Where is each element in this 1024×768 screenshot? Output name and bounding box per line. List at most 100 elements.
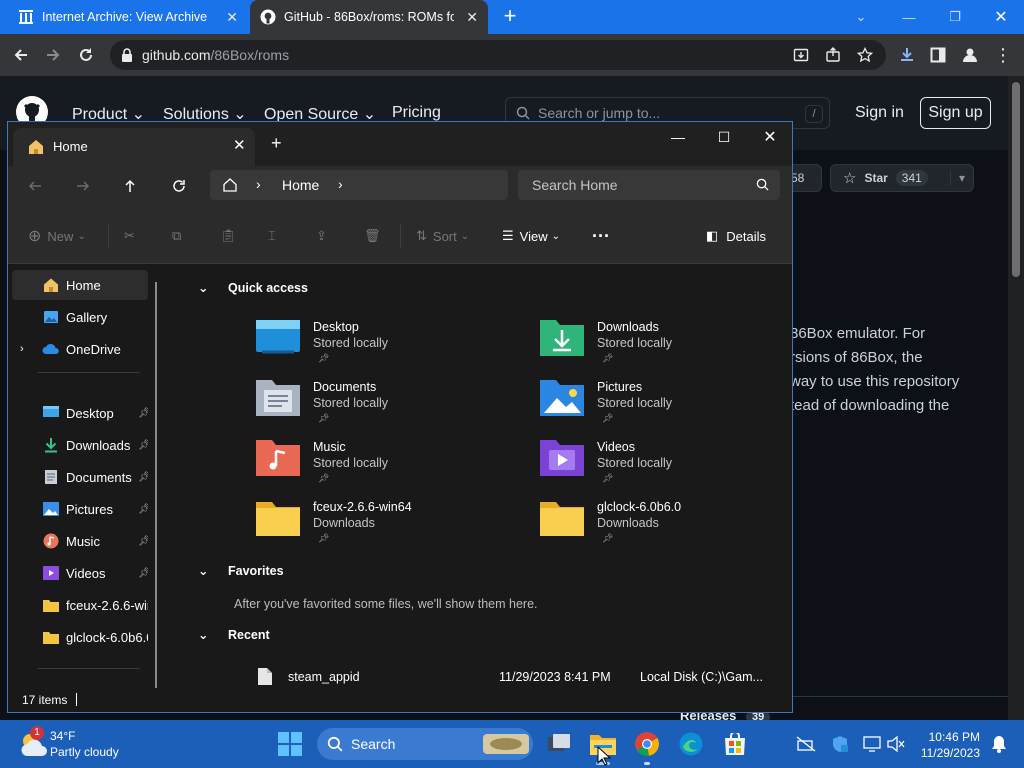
details-button[interactable]: ◧ Details (706, 225, 766, 247)
taskbar-clock[interactable]: 10:46 PM 11/29/2023 (920, 729, 980, 761)
quick-access-music[interactable]: Music Stored locally 📌︎ (256, 438, 496, 494)
restore-icon[interactable]: ❐ (932, 0, 978, 34)
address-bar[interactable]: github.com/86Box/roms (110, 40, 886, 70)
quick-access-glclock[interactable]: glclock-6.0b6.0 Downloads 📌︎ (540, 498, 780, 554)
downloads-icon[interactable] (894, 42, 920, 68)
pin-icon[interactable]: 📌︎ (138, 408, 148, 419)
paste-icon[interactable]: 📋︎ (220, 225, 237, 247)
taskbar-search[interactable]: Search (317, 728, 533, 760)
chevron-down-icon[interactable]: ⌄ (198, 563, 212, 578)
bookmark-star-icon[interactable] (856, 46, 874, 64)
breadcrumb-home[interactable]: Home (282, 177, 319, 193)
quick-access-documents[interactable]: Documents Stored locally 📌︎ (256, 378, 496, 434)
maximize-icon[interactable]: ☐ (701, 122, 747, 152)
pin-icon[interactable]: 📌︎ (602, 533, 613, 544)
quick-access-videos[interactable]: Videos Stored locally 📌︎ (540, 438, 780, 494)
quick-access-pictures[interactable]: Pictures Stored locally 📌︎ (540, 378, 780, 434)
edge-icon[interactable] (675, 728, 707, 760)
share-icon[interactable] (824, 46, 842, 64)
volume-mute-icon[interactable] (880, 728, 912, 760)
sign-up-button[interactable]: Sign up (920, 97, 991, 129)
nav-item-pictures[interactable]: Pictures 📌︎ (12, 494, 148, 524)
page-scrollbar[interactable] (1008, 76, 1024, 720)
delete-icon[interactable]: 🗑︎ (364, 225, 381, 247)
explorer-search-input[interactable]: Search Home (518, 170, 780, 200)
section-favorites[interactable]: ⌄ Favorites (198, 563, 284, 579)
close-icon[interactable]: ✕ (747, 122, 793, 152)
nav-item-downloads[interactable]: Downloads 📌︎ (12, 430, 148, 460)
task-view-icon[interactable] (543, 728, 575, 760)
rename-icon[interactable]: ⌶ (268, 225, 276, 247)
browser-tab-internet-archive[interactable]: Internet Archive: View Archive ✕ (8, 0, 248, 34)
section-quick-access[interactable]: ⌄ Quick access (198, 280, 308, 296)
nav-item-documents[interactable]: Documents 📌︎ (12, 462, 148, 492)
weather-widget[interactable]: 1 34°F Partly cloudy (14, 720, 134, 768)
minimize-icon[interactable]: — (655, 122, 701, 152)
scrollbar-thumb[interactable] (1012, 82, 1020, 277)
more-options-icon[interactable]: ··· (592, 225, 610, 247)
refresh-button[interactable] (167, 174, 191, 198)
copy-icon[interactable]: ⧉ (172, 225, 181, 247)
close-icon[interactable]: ✕ (226, 9, 238, 26)
close-icon[interactable]: ✕ (978, 0, 1024, 34)
view-button[interactable]: ☰ View ⌄ (502, 225, 560, 247)
windows-start-icon[interactable] (274, 728, 306, 760)
nav-item-gallery[interactable]: Gallery (12, 302, 148, 332)
nav-item-desktop[interactable]: Desktop 📌︎ (12, 398, 148, 428)
kebab-menu-icon[interactable]: ⋮ (990, 42, 1016, 68)
pin-icon[interactable]: 📌︎ (138, 568, 148, 579)
new-button[interactable]: ⊕ New ⌄ (28, 225, 86, 247)
chevron-right-icon[interactable]: › (338, 176, 343, 192)
profile-icon[interactable] (957, 42, 983, 68)
pin-icon[interactable]: 📌︎ (138, 504, 148, 515)
nav-item-videos[interactable]: Videos 📌︎ (12, 558, 148, 588)
recent-file-row[interactable]: steam_appid 11/29/2023 8:41 PM Local Dis… (258, 668, 778, 688)
side-panel-icon[interactable] (925, 42, 951, 68)
cut-icon[interactable]: ✂ (124, 225, 135, 247)
share-icon[interactable]: ⇪ (316, 225, 327, 247)
forward-button[interactable] (71, 174, 95, 198)
forward-button[interactable] (40, 42, 66, 68)
nav-item-music[interactable]: Music 📌︎ (12, 526, 148, 556)
nav-item-home[interactable]: Home (12, 270, 148, 300)
sign-in-link[interactable]: Sign in (855, 104, 904, 122)
back-button[interactable] (23, 174, 47, 198)
star-button[interactable]: ☆ Star 341 ▾ (830, 164, 974, 192)
sort-button[interactable]: ⇅ Sort ⌄ (416, 225, 469, 247)
close-icon[interactable]: ✕ (233, 136, 246, 154)
network-off-icon[interactable] (790, 728, 822, 760)
lock-icon[interactable] (118, 46, 136, 64)
chevron-down-icon[interactable]: ⌄ (198, 627, 212, 642)
chevron-down-icon[interactable]: ▾ (949, 171, 965, 185)
nav-scrollbar[interactable] (155, 282, 157, 688)
pin-icon[interactable]: 📌︎ (138, 440, 148, 451)
quick-access-fceux[interactable]: fceux-2.6.6-win64 Downloads 📌︎ (256, 498, 496, 554)
chevron-right-icon[interactable]: › (20, 343, 24, 355)
new-tab-button[interactable]: + (498, 5, 522, 29)
chevron-down-icon[interactable]: ⌄ (838, 0, 884, 34)
pin-icon[interactable]: 📌︎ (318, 353, 329, 364)
pin-icon[interactable]: 📌︎ (602, 413, 613, 424)
pin-icon[interactable]: 📌︎ (602, 353, 613, 364)
nav-item-fceux[interactable]: fceux-2.6.6-win64 (12, 590, 148, 620)
chrome-icon[interactable] (631, 728, 663, 765)
pin-icon[interactable]: 📌︎ (318, 533, 329, 544)
pin-icon[interactable]: 📌︎ (138, 472, 148, 483)
shield-icon[interactable] (824, 728, 856, 760)
reload-button[interactable] (73, 42, 99, 68)
minimize-icon[interactable]: — (886, 0, 932, 34)
section-recent[interactable]: ⌄ Recent (198, 627, 270, 643)
explorer-tab-home[interactable]: Home ✕ (13, 128, 255, 166)
new-tab-button[interactable]: + (271, 133, 282, 154)
up-button[interactable] (118, 174, 142, 198)
pin-icon[interactable]: 📌︎ (318, 473, 329, 484)
microsoft-store-icon[interactable] (719, 728, 751, 760)
notification-bell-icon[interactable] (983, 728, 1015, 760)
pin-icon[interactable]: 📌︎ (602, 473, 613, 484)
quick-access-downloads[interactable]: Downloads Stored locally 📌︎ (540, 318, 780, 374)
chevron-right-icon[interactable]: › (256, 176, 261, 192)
chevron-down-icon[interactable]: ⌄ (198, 280, 212, 295)
browser-tab-github[interactable]: GitHub - 86Box/roms: ROMs for ✕ (250, 0, 488, 34)
nav-item-onedrive[interactable]: › OneDrive (12, 334, 148, 364)
home-icon[interactable] (222, 177, 238, 198)
